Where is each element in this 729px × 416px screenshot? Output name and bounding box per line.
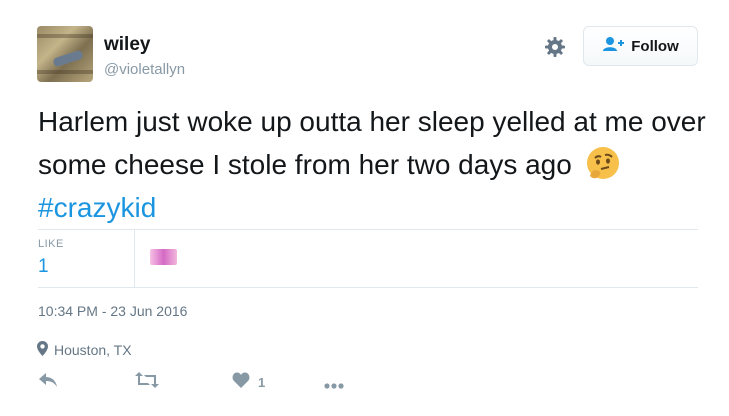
- avatar-detail: [37, 70, 93, 74]
- reply-button[interactable]: [38, 372, 58, 393]
- tweet-text: Harlem just woke up outta her sleep yell…: [38, 100, 708, 229]
- avatar[interactable]: [37, 26, 93, 82]
- add-user-icon: [602, 36, 625, 57]
- like-action-count: 1: [258, 375, 266, 390]
- like-button[interactable]: 1: [232, 372, 265, 393]
- like-count[interactable]: 1: [38, 256, 49, 278]
- user-name[interactable]: wiley: [104, 34, 150, 56]
- reply-icon: [38, 372, 58, 393]
- follow-label: Follow: [631, 37, 679, 55]
- divider: [134, 229, 135, 287]
- user-handle[interactable]: @violetallyn: [104, 61, 185, 78]
- divider: [38, 287, 698, 288]
- hashtag-link[interactable]: #crazykid: [38, 192, 156, 223]
- retweet-button[interactable]: [135, 372, 159, 393]
- divider: [38, 229, 698, 230]
- location[interactable]: Houston, TX: [37, 341, 132, 359]
- more-button[interactable]: [324, 376, 344, 394]
- liker-avatar[interactable]: [150, 249, 177, 265]
- avatar-detail: [52, 49, 84, 68]
- follow-button[interactable]: Follow: [583, 26, 698, 66]
- avatar-detail: [37, 34, 93, 38]
- location-label: Houston, TX: [54, 342, 132, 358]
- location-pin-icon: [37, 341, 48, 359]
- thinking-face-emoji: [586, 146, 620, 180]
- like-label: LIKE: [38, 238, 64, 250]
- retweet-icon: [135, 372, 159, 393]
- gear-icon[interactable]: [544, 36, 566, 58]
- more-icon: [324, 376, 344, 394]
- heart-icon: [232, 372, 250, 393]
- timestamp[interactable]: 10:34 PM - 23 Jun 2016: [38, 303, 187, 319]
